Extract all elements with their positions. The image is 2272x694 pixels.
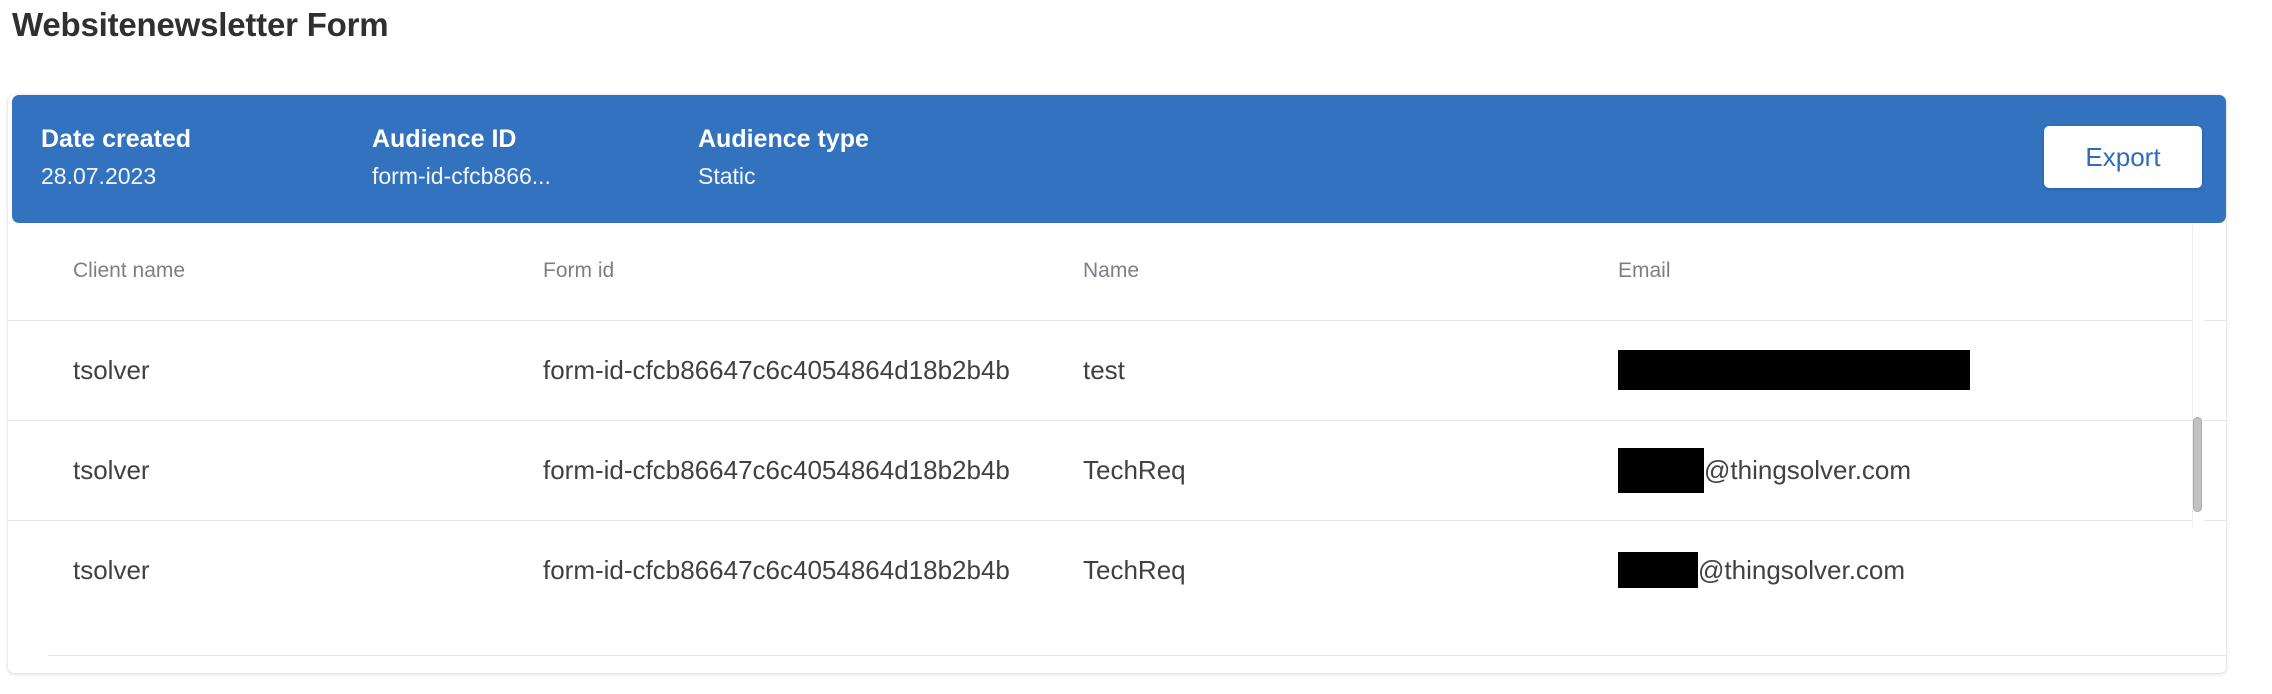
cell-email: @thingsolver.com (1613, 419, 2226, 520)
audience-type-value: Static (698, 163, 756, 189)
table-row[interactable]: tsolver form-id-cfcb86647c6c4054864d18b2… (8, 419, 2226, 520)
date-created-value: 28.07.2023 (41, 163, 157, 189)
cell-client-name: tsolver (8, 319, 538, 420)
table-header: Client name Form id Name Email (8, 223, 2226, 320)
email-domain-text: @thingsolver.com (1698, 555, 1906, 586)
redaction-bar-email (1618, 350, 1970, 390)
column-header-client-name[interactable]: Client name (8, 223, 538, 320)
table-body: tsolver form-id-cfcb86647c6c4054864d18b2… (8, 319, 2226, 620)
date-created-label: Date created (41, 125, 192, 153)
cell-name: TechReq (1078, 419, 1613, 520)
column-header-name[interactable]: Name (1078, 223, 1613, 320)
table-row[interactable]: tsolver form-id-cfcb86647c6c4054864d18b2… (8, 319, 2226, 420)
cell-form-id: form-id-cfcb86647c6c4054864d18b2b4b (538, 519, 1078, 620)
cell-email (1613, 319, 2226, 420)
cell-form-id: form-id-cfcb86647c6c4054864d18b2b4b (538, 419, 1078, 520)
cell-name: TechReq (1078, 519, 1613, 620)
cell-email: @thingsolver.com (1613, 519, 2226, 620)
redaction-bar-email-user (1618, 447, 1704, 493)
table-row[interactable]: tsolver form-id-cfcb86647c6c4054864d18b2… (8, 519, 2226, 620)
table-scrollbar-thumb[interactable] (2193, 417, 2202, 512)
table-bottom-divider (48, 655, 2226, 656)
audience-type-label: Audience type (698, 125, 869, 153)
summary-field-date-created: Date created 28.07.2023 (41, 123, 191, 190)
redaction-bar-email-user (1618, 552, 1698, 589)
table-header-row: Client name Form id Name Email (8, 223, 2226, 320)
form-detail-card: Date created 28.07.2023 Audience ID form… (8, 95, 2226, 673)
cell-form-id: form-id-cfcb86647c6c4054864d18b2b4b (538, 319, 1078, 420)
cell-client-name: tsolver (8, 419, 538, 520)
summary-field-audience-type: Audience type Static (698, 123, 869, 190)
audience-table-container: Client name Form id Name Email tsolver f… (8, 223, 2226, 673)
page-root: Websitenewsletter Form Date created 28.0… (0, 0, 2272, 694)
column-header-form-id[interactable]: Form id (538, 223, 1078, 320)
cell-client-name: tsolver (8, 519, 538, 620)
cell-name: test (1078, 319, 1613, 420)
audience-id-label: Audience ID (372, 125, 517, 153)
export-button[interactable]: Export (2044, 126, 2202, 188)
email-domain-text: @thingsolver.com (1704, 455, 1912, 485)
audience-id-value: form-id-cfcb866... (372, 163, 551, 189)
audience-table: Client name Form id Name Email tsolver f… (8, 223, 2226, 620)
summary-field-audience-id: Audience ID form-id-cfcb866... (372, 123, 551, 190)
column-header-email[interactable]: Email (1613, 223, 2226, 320)
summary-bar: Date created 28.07.2023 Audience ID form… (12, 95, 2226, 223)
page-title: Websitenewsletter Form (12, 6, 389, 43)
